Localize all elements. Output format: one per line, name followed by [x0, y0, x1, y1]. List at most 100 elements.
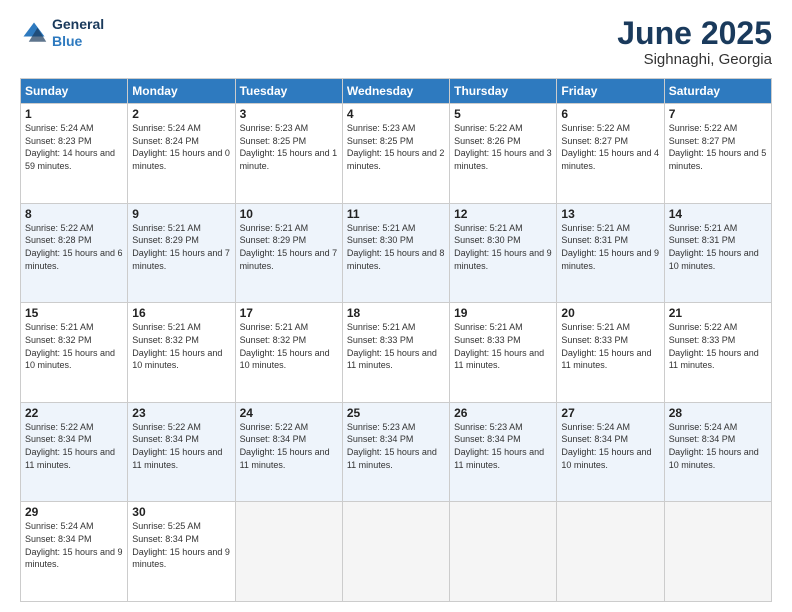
table-cell: 19 Sunrise: 5:21 AM Sunset: 8:33 PM Dayl… [450, 303, 557, 403]
day-info: Sunrise: 5:22 AM Sunset: 8:34 PM Dayligh… [240, 421, 338, 471]
day-info: Sunrise: 5:21 AM Sunset: 8:32 PM Dayligh… [132, 321, 230, 371]
table-cell: 4 Sunrise: 5:23 AM Sunset: 8:25 PM Dayli… [342, 104, 449, 204]
table-cell [235, 502, 342, 602]
day-info: Sunrise: 5:22 AM Sunset: 8:28 PM Dayligh… [25, 222, 123, 272]
day-number: 22 [25, 406, 123, 420]
calendar-row: 15 Sunrise: 5:21 AM Sunset: 8:32 PM Dayl… [21, 303, 772, 403]
day-number: 4 [347, 107, 445, 121]
month-title: June 2025 [617, 16, 772, 51]
day-number: 13 [561, 207, 659, 221]
table-cell: 17 Sunrise: 5:21 AM Sunset: 8:32 PM Dayl… [235, 303, 342, 403]
day-number: 30 [132, 505, 230, 519]
day-info: Sunrise: 5:23 AM Sunset: 8:34 PM Dayligh… [347, 421, 445, 471]
header-friday: Friday [557, 79, 664, 104]
day-info: Sunrise: 5:22 AM Sunset: 8:34 PM Dayligh… [25, 421, 123, 471]
table-cell: 18 Sunrise: 5:21 AM Sunset: 8:33 PM Dayl… [342, 303, 449, 403]
calendar-row: 29 Sunrise: 5:24 AM Sunset: 8:34 PM Dayl… [21, 502, 772, 602]
day-number: 3 [240, 107, 338, 121]
day-number: 28 [669, 406, 767, 420]
day-number: 9 [132, 207, 230, 221]
logo-line2: Blue [52, 33, 104, 50]
day-number: 27 [561, 406, 659, 420]
day-info: Sunrise: 5:23 AM Sunset: 8:25 PM Dayligh… [347, 122, 445, 172]
day-number: 2 [132, 107, 230, 121]
day-info: Sunrise: 5:21 AM Sunset: 8:33 PM Dayligh… [454, 321, 552, 371]
title-section: June 2025 Sighnaghi, Georgia [617, 16, 772, 68]
day-number: 11 [347, 207, 445, 221]
header-row: Sunday Monday Tuesday Wednesday Thursday… [21, 79, 772, 104]
table-cell: 16 Sunrise: 5:21 AM Sunset: 8:32 PM Dayl… [128, 303, 235, 403]
day-number: 14 [669, 207, 767, 221]
day-info: Sunrise: 5:24 AM Sunset: 8:34 PM Dayligh… [561, 421, 659, 471]
header-saturday: Saturday [664, 79, 771, 104]
day-number: 5 [454, 107, 552, 121]
table-cell: 5 Sunrise: 5:22 AM Sunset: 8:26 PM Dayli… [450, 104, 557, 204]
day-info: Sunrise: 5:24 AM Sunset: 8:24 PM Dayligh… [132, 122, 230, 172]
table-cell: 8 Sunrise: 5:22 AM Sunset: 8:28 PM Dayli… [21, 203, 128, 303]
table-cell [557, 502, 664, 602]
table-cell: 15 Sunrise: 5:21 AM Sunset: 8:32 PM Dayl… [21, 303, 128, 403]
day-number: 21 [669, 306, 767, 320]
day-number: 20 [561, 306, 659, 320]
day-number: 7 [669, 107, 767, 121]
calendar-row: 22 Sunrise: 5:22 AM Sunset: 8:34 PM Dayl… [21, 402, 772, 502]
calendar: Sunday Monday Tuesday Wednesday Thursday… [20, 78, 772, 602]
day-number: 16 [132, 306, 230, 320]
day-info: Sunrise: 5:24 AM Sunset: 8:34 PM Dayligh… [25, 520, 123, 570]
day-info: Sunrise: 5:21 AM Sunset: 8:30 PM Dayligh… [454, 222, 552, 272]
day-info: Sunrise: 5:21 AM Sunset: 8:30 PM Dayligh… [347, 222, 445, 272]
day-info: Sunrise: 5:22 AM Sunset: 8:27 PM Dayligh… [669, 122, 767, 172]
day-number: 19 [454, 306, 552, 320]
table-cell: 21 Sunrise: 5:22 AM Sunset: 8:33 PM Dayl… [664, 303, 771, 403]
day-number: 23 [132, 406, 230, 420]
day-info: Sunrise: 5:21 AM Sunset: 8:31 PM Dayligh… [561, 222, 659, 272]
table-cell: 25 Sunrise: 5:23 AM Sunset: 8:34 PM Dayl… [342, 402, 449, 502]
table-cell: 2 Sunrise: 5:24 AM Sunset: 8:24 PM Dayli… [128, 104, 235, 204]
day-number: 18 [347, 306, 445, 320]
table-cell [450, 502, 557, 602]
day-number: 10 [240, 207, 338, 221]
table-cell: 7 Sunrise: 5:22 AM Sunset: 8:27 PM Dayli… [664, 104, 771, 204]
top-section: General Blue June 2025 Sighnaghi, Georgi… [20, 16, 772, 68]
calendar-row: 8 Sunrise: 5:22 AM Sunset: 8:28 PM Dayli… [21, 203, 772, 303]
day-info: Sunrise: 5:22 AM Sunset: 8:34 PM Dayligh… [132, 421, 230, 471]
table-cell: 28 Sunrise: 5:24 AM Sunset: 8:34 PM Dayl… [664, 402, 771, 502]
table-cell: 29 Sunrise: 5:24 AM Sunset: 8:34 PM Dayl… [21, 502, 128, 602]
day-number: 24 [240, 406, 338, 420]
day-info: Sunrise: 5:21 AM Sunset: 8:33 PM Dayligh… [561, 321, 659, 371]
day-info: Sunrise: 5:21 AM Sunset: 8:33 PM Dayligh… [347, 321, 445, 371]
table-cell: 6 Sunrise: 5:22 AM Sunset: 8:27 PM Dayli… [557, 104, 664, 204]
table-cell: 10 Sunrise: 5:21 AM Sunset: 8:29 PM Dayl… [235, 203, 342, 303]
day-info: Sunrise: 5:21 AM Sunset: 8:32 PM Dayligh… [25, 321, 123, 371]
day-info: Sunrise: 5:22 AM Sunset: 8:26 PM Dayligh… [454, 122, 552, 172]
table-cell: 13 Sunrise: 5:21 AM Sunset: 8:31 PM Dayl… [557, 203, 664, 303]
header-tuesday: Tuesday [235, 79, 342, 104]
location-title: Sighnaghi, Georgia [617, 51, 772, 68]
header-wednesday: Wednesday [342, 79, 449, 104]
table-cell: 23 Sunrise: 5:22 AM Sunset: 8:34 PM Dayl… [128, 402, 235, 502]
header-monday: Monday [128, 79, 235, 104]
day-number: 17 [240, 306, 338, 320]
day-number: 1 [25, 107, 123, 121]
day-info: Sunrise: 5:21 AM Sunset: 8:31 PM Dayligh… [669, 222, 767, 272]
page: General Blue June 2025 Sighnaghi, Georgi… [0, 0, 792, 612]
table-cell: 12 Sunrise: 5:21 AM Sunset: 8:30 PM Dayl… [450, 203, 557, 303]
logo: General Blue [20, 16, 104, 50]
logo-icon [20, 19, 48, 47]
table-cell: 9 Sunrise: 5:21 AM Sunset: 8:29 PM Dayli… [128, 203, 235, 303]
calendar-row: 1 Sunrise: 5:24 AM Sunset: 8:23 PM Dayli… [21, 104, 772, 204]
day-info: Sunrise: 5:22 AM Sunset: 8:27 PM Dayligh… [561, 122, 659, 172]
day-number: 12 [454, 207, 552, 221]
logo-text: General Blue [52, 16, 104, 50]
table-cell: 3 Sunrise: 5:23 AM Sunset: 8:25 PM Dayli… [235, 104, 342, 204]
day-info: Sunrise: 5:21 AM Sunset: 8:29 PM Dayligh… [240, 222, 338, 272]
table-cell: 26 Sunrise: 5:23 AM Sunset: 8:34 PM Dayl… [450, 402, 557, 502]
day-info: Sunrise: 5:23 AM Sunset: 8:34 PM Dayligh… [454, 421, 552, 471]
day-number: 25 [347, 406, 445, 420]
header-sunday: Sunday [21, 79, 128, 104]
day-info: Sunrise: 5:21 AM Sunset: 8:32 PM Dayligh… [240, 321, 338, 371]
day-info: Sunrise: 5:24 AM Sunset: 8:34 PM Dayligh… [669, 421, 767, 471]
table-cell: 30 Sunrise: 5:25 AM Sunset: 8:34 PM Dayl… [128, 502, 235, 602]
day-number: 8 [25, 207, 123, 221]
day-info: Sunrise: 5:22 AM Sunset: 8:33 PM Dayligh… [669, 321, 767, 371]
